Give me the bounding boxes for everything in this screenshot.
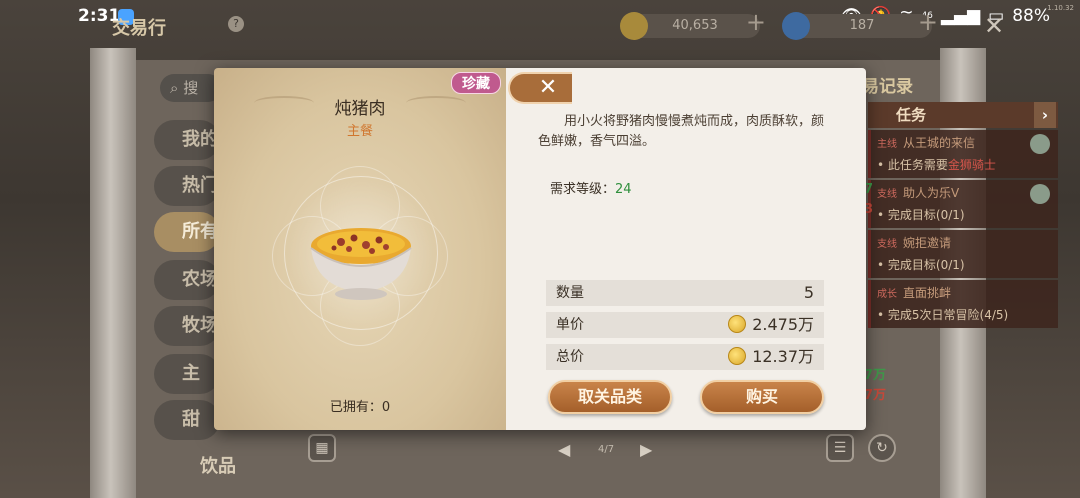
add-coins-button[interactable]: +: [746, 10, 766, 34]
side-value: 7万: [864, 368, 887, 383]
battery-level: 88%: [1012, 6, 1050, 26]
task-header-label: 任务: [896, 106, 927, 124]
item-name: 炖猪肉: [334, 99, 386, 119]
task-desc: • 完成目标(0/1): [877, 208, 965, 222]
category-ranch[interactable]: 牧场: [154, 306, 220, 346]
task-item[interactable]: 支线 助人为乐V • 完成目标(0/1): [868, 180, 1058, 228]
task-title: 助人为乐V: [903, 186, 960, 200]
item-info-panel: 用小火将野猪肉慢慢煮炖而成，肉质酥软，颜色鲜嫩，香气四溢。 需求等级：24 数量…: [506, 68, 866, 430]
side-value: 7万: [864, 388, 887, 403]
task-item[interactable]: 成长 直面挑衅 • 完成5次日常冒险(4/5): [868, 280, 1058, 328]
buy-button[interactable]: 购买: [700, 380, 824, 414]
gem-icon: [782, 12, 810, 40]
gem-amount: 187: [849, 18, 875, 33]
category-main[interactable]: 主: [154, 354, 220, 394]
coin-icon: [728, 347, 747, 365]
page-indicator: 4/7: [598, 444, 615, 455]
item-description: 用小火将野猪肉慢慢煮炖而成，肉质酥软，颜色鲜嫩，香气四溢。: [538, 114, 825, 149]
page-title: 交易行: [112, 18, 166, 39]
task-desc: • 完成5次日常冒险(4/5): [877, 308, 1009, 322]
coin-amount: 40,653: [672, 18, 718, 33]
coin-icon: [728, 315, 747, 333]
unit-price-value: 2.475万: [728, 312, 814, 338]
owned-count: 已拥有：0: [329, 400, 391, 415]
category-hot[interactable]: 热门: [154, 166, 220, 206]
task-item[interactable]: 主线 从王城的来信 • 此任务需要金狮骑士: [868, 130, 1058, 178]
signal-icon: ▂▄▆: [940, 6, 981, 26]
task-tag: 成长: [877, 289, 897, 300]
stew-bowl-icon: [310, 228, 412, 300]
quantity-value: 5: [803, 283, 814, 302]
close-icon[interactable]: ✕: [508, 72, 572, 104]
sort-icon[interactable]: ☰: [826, 434, 854, 462]
task-title: 婉拒邀请: [903, 236, 952, 250]
chevron-right-icon[interactable]: ›: [1034, 102, 1056, 128]
required-level-label: 需求等级：: [550, 182, 616, 197]
category-farm[interactable]: 农场: [154, 260, 220, 300]
search-input[interactable]: ⌕ 搜: [160, 74, 222, 102]
task-tag: 支线: [877, 239, 897, 250]
grid-view-icon[interactable]: ▦: [308, 434, 336, 462]
item-preview-panel: 珍藏 炖猪肉 主餐 已拥有：0: [214, 68, 506, 430]
version-text: 1.10.32: [1047, 4, 1074, 12]
required-level-value: 24: [615, 182, 632, 197]
next-page-icon[interactable]: ▶: [640, 440, 652, 459]
task-tag: 支线: [877, 189, 897, 200]
left-pillar: [90, 48, 136, 498]
npc-avatar: [1030, 184, 1050, 204]
quantity-row[interactable]: 数量 5: [546, 280, 824, 306]
task-title: 从王城的来信: [903, 136, 976, 150]
trade-records-link[interactable]: 易记录: [862, 72, 913, 97]
search-icon: ⌕: [170, 79, 179, 97]
item-type: 主餐: [346, 124, 373, 139]
task-panel: 任务 › 主线 从王城的来信 • 此任务需要金狮骑士 支线 助人为乐V • 完成目标…: [868, 102, 1058, 330]
category-all[interactable]: 所有: [154, 212, 220, 252]
task-desc: • 完成目标(0/1): [877, 258, 965, 272]
bottom-toolbar: ▦ ◀ 4/7 ▶ ☰ ↻: [280, 430, 900, 470]
total-price-value: 12.37万: [728, 344, 814, 370]
refresh-icon[interactable]: ↻: [868, 434, 896, 462]
help-icon[interactable]: ?: [228, 16, 244, 32]
rarity-badge: 珍藏: [451, 72, 501, 94]
search-placeholder: 搜: [183, 79, 199, 97]
exit-icon[interactable]: ✕: [984, 12, 1004, 40]
coin-icon: [620, 12, 648, 40]
prev-page-icon[interactable]: ◀: [558, 440, 570, 459]
task-tag: 主线: [877, 139, 897, 150]
gem-counter: 187 +: [782, 10, 938, 40]
category-sweet[interactable]: 甜: [154, 400, 220, 440]
category-drinks[interactable]: 饮品: [186, 452, 266, 482]
item-detail-dialog: 珍藏 炖猪肉 主餐 已拥有：0 用小火将野猪肉慢慢煮炖而成，肉质酥软，颜色鲜嫩，…: [214, 68, 866, 430]
required-level: 需求等级：24: [550, 178, 632, 197]
unit-price-label: 单价: [556, 317, 584, 333]
task-item[interactable]: 支线 婉拒邀请 • 完成目标(0/1): [868, 230, 1058, 278]
total-price-row: 总价 12.37万: [546, 344, 824, 370]
unit-price-row: 单价 2.475万: [546, 312, 824, 338]
npc-avatar: [1030, 134, 1050, 154]
task-panel-header[interactable]: 任务 ›: [868, 102, 1058, 128]
quantity-label: 数量: [556, 285, 584, 301]
task-desc: • 此任务需要金狮骑士: [877, 158, 996, 172]
total-price-label: 总价: [556, 349, 584, 365]
task-title: 直面挑衅: [903, 286, 952, 300]
coin-counter: 40,653 +: [620, 10, 766, 40]
add-gems-button[interactable]: +: [918, 10, 938, 34]
unfollow-category-button[interactable]: 取关品类: [548, 380, 672, 414]
category-mine[interactable]: 我的: [154, 120, 220, 160]
